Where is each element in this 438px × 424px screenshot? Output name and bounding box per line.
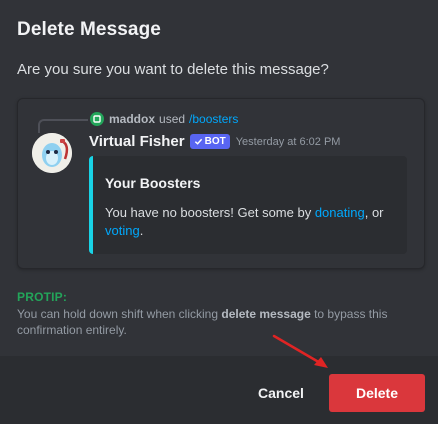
- embed-card: Your Boosters You have no boosters! Get …: [89, 156, 407, 254]
- voting-link[interactable]: voting: [105, 223, 140, 238]
- author-username[interactable]: Virtual Fisher: [89, 133, 185, 150]
- dialog-question: Are you sure you want to delete this mes…: [17, 61, 329, 78]
- protip-label: PROTIP:: [17, 290, 68, 304]
- bot-badge-label: BOT: [204, 136, 226, 147]
- message-timestamp: Yesterday at 6:02 PM: [235, 135, 341, 148]
- protip-text: You can hold down shift when clicking de…: [17, 306, 429, 338]
- embed-desc-before: You have no boosters! Get some by: [105, 205, 315, 220]
- message-header: Virtual Fisher BOT Yesterday at 6:02 PM: [89, 133, 340, 150]
- annotation-arrow-icon: [272, 334, 328, 368]
- embed-title: Your Boosters: [105, 175, 201, 191]
- delete-message-dialog: Delete Message Are you sure you want to …: [0, 0, 438, 424]
- command-reply-line: maddox used /boosters: [90, 112, 238, 126]
- reply-command-link[interactable]: /boosters: [189, 112, 238, 126]
- embed-desc-after: .: [139, 223, 144, 238]
- verified-check-icon: [194, 138, 202, 145]
- delete-button[interactable]: Delete: [329, 374, 425, 412]
- slash-command-icon: [90, 112, 104, 126]
- fisher-avatar-icon: [32, 133, 72, 173]
- embed-description: You have no boosters! Get some by donati…: [105, 204, 401, 240]
- embed-desc-middle: , or: [364, 205, 384, 220]
- bot-badge: BOT: [189, 134, 230, 149]
- reply-spine: [38, 119, 88, 133]
- donating-link[interactable]: donating: [315, 205, 365, 220]
- reply-username[interactable]: maddox: [109, 112, 155, 126]
- protip-text-bold: delete message: [221, 307, 311, 321]
- reply-used-text: used: [159, 112, 186, 126]
- dialog-title: Delete Message: [17, 19, 161, 40]
- protip-text-before: You can hold down shift when clicking: [17, 307, 222, 321]
- cancel-button[interactable]: Cancel: [246, 374, 316, 412]
